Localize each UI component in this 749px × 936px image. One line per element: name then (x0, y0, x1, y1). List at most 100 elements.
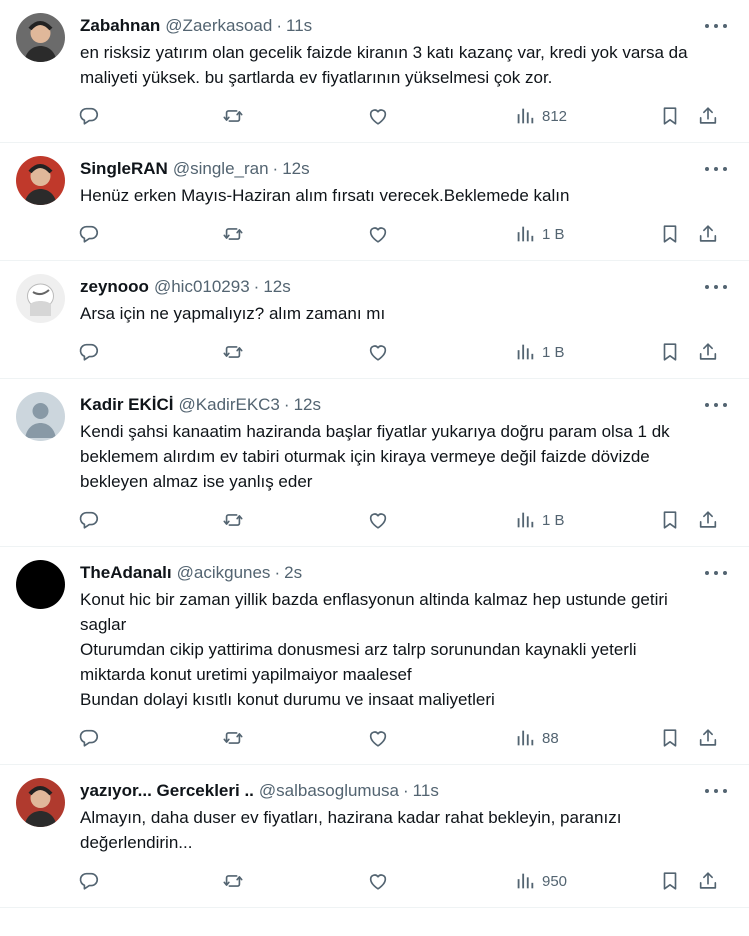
tweet-text-line: Arsa için ne yapmalıyız? alım zamanı mı (80, 304, 386, 323)
display-name[interactable]: yazıyor... Gercekleri .. (80, 781, 254, 801)
tweet-text: en risksiz yatırım olan gecelik faizde k… (80, 40, 697, 90)
timestamp[interactable]: 12s (263, 277, 290, 297)
bar-chart-icon (514, 223, 536, 245)
user-handle[interactable]: @single_ran (173, 159, 269, 179)
like-button[interactable] (367, 340, 389, 364)
views-button[interactable]: 1 B (514, 222, 565, 246)
display-name[interactable]: TheAdanalı (80, 563, 172, 583)
share-button[interactable] (697, 222, 719, 246)
share-button[interactable] (697, 340, 719, 364)
tweet[interactable]: SingleRAN @single_ran · 12s Henüz erken … (0, 143, 749, 261)
views-button[interactable]: 812 (514, 104, 567, 128)
retweet-button[interactable] (222, 340, 244, 364)
like-button[interactable] (367, 726, 389, 750)
display-name[interactable]: Zabahnan (80, 16, 160, 36)
display-name[interactable]: Kadir EKİCİ (80, 395, 174, 415)
views-button[interactable]: 950 (514, 869, 567, 893)
more-options-icon[interactable] (705, 565, 727, 581)
like-button[interactable] (367, 222, 389, 246)
separator-dot: · (403, 780, 409, 800)
tweet[interactable]: Kadir EKİCİ @KadirEKC3 · 12s Kendi şahsi… (0, 379, 749, 547)
tweet-text: Almayın, daha duser ev fiyatları, hazira… (80, 805, 697, 855)
more-options-icon[interactable] (705, 18, 727, 34)
retweet-icon (222, 341, 244, 363)
retweet-button[interactable] (222, 869, 244, 893)
retweet-icon (222, 727, 244, 749)
share-icon (697, 870, 719, 892)
separator-dot: · (253, 276, 260, 296)
tweet[interactable]: yazıyor... Gercekleri .. @salbasoglumusa… (0, 765, 749, 908)
timestamp[interactable]: 12s (294, 395, 321, 415)
bookmark-icon (659, 341, 681, 363)
share-icon (697, 509, 719, 531)
bookmark-button[interactable] (659, 869, 681, 893)
share-button[interactable] (697, 508, 719, 532)
separator-dot: · (274, 562, 281, 582)
tweet-text: Henüz erken Mayıs-Haziran alım fırsatı v… (80, 183, 697, 208)
avatar[interactable] (16, 560, 65, 609)
views-count: 812 (542, 107, 568, 125)
avatar[interactable] (16, 274, 65, 323)
tweet[interactable]: TheAdanalı @acikgunes · 2s Konut hic bir… (0, 547, 749, 765)
user-handle[interactable]: @salbasoglumusa (259, 781, 399, 801)
share-button[interactable] (697, 869, 719, 893)
views-count: 1 B (542, 225, 565, 243)
user-handle[interactable]: @hic010293 (154, 277, 250, 297)
more-options-icon[interactable] (705, 783, 727, 799)
like-button[interactable] (367, 104, 389, 128)
user-handle[interactable]: @acikgunes (177, 563, 271, 583)
views-button[interactable]: 1 B (514, 340, 565, 364)
share-icon (697, 727, 719, 749)
display-name[interactable]: zeynooo (80, 277, 149, 297)
separator-dot: · (283, 394, 290, 414)
timestamp[interactable]: 12s (282, 159, 309, 179)
tweet[interactable]: Zabahnan @Zaerkasoad · 11s en risksiz ya… (0, 0, 749, 143)
action-bar: 1 B (78, 326, 717, 378)
bookmark-button[interactable] (659, 340, 681, 364)
views-button[interactable]: 88 (514, 726, 559, 750)
display-name[interactable]: SingleRAN (80, 159, 168, 179)
reply-button[interactable] (78, 104, 100, 128)
like-button[interactable] (367, 508, 389, 532)
tweet[interactable]: zeynooo @hic010293 · 12s Arsa için ne ya… (0, 261, 749, 379)
avatar[interactable] (16, 156, 65, 205)
bar-chart-icon (514, 509, 536, 531)
reply-button[interactable] (78, 726, 100, 750)
retweet-button[interactable] (222, 726, 244, 750)
reply-icon (78, 727, 100, 749)
retweet-icon (222, 509, 244, 531)
user-handle[interactable]: @KadirEKC3 (179, 395, 280, 415)
views-count: 1 B (542, 343, 565, 361)
retweet-icon (222, 223, 244, 245)
reply-button[interactable] (78, 222, 100, 246)
heart-icon (367, 727, 389, 749)
timestamp[interactable]: 11s (413, 781, 439, 801)
bookmark-button[interactable] (659, 104, 681, 128)
retweet-button[interactable] (222, 104, 244, 128)
reply-button[interactable] (78, 869, 100, 893)
share-button[interactable] (697, 104, 719, 128)
more-options-icon[interactable] (705, 161, 727, 177)
user-handle[interactable]: @Zaerkasoad (165, 16, 272, 36)
reply-button[interactable] (78, 340, 100, 364)
timestamp[interactable]: 11s (286, 16, 312, 36)
bookmark-button[interactable] (659, 222, 681, 246)
timestamp[interactable]: 2s (284, 563, 302, 583)
avatar[interactable] (16, 778, 65, 827)
retweet-button[interactable] (222, 222, 244, 246)
views-button[interactable]: 1 B (514, 508, 565, 532)
share-button[interactable] (697, 726, 719, 750)
like-button[interactable] (367, 869, 389, 893)
bookmark-icon (659, 509, 681, 531)
action-bar: 1 B (78, 208, 717, 260)
avatar[interactable] (16, 13, 65, 62)
reply-button[interactable] (78, 508, 100, 532)
bookmark-button[interactable] (659, 726, 681, 750)
bookmark-button[interactable] (659, 508, 681, 532)
retweet-button[interactable] (222, 508, 244, 532)
tweet-feed: Zabahnan @Zaerkasoad · 11s en risksiz ya… (0, 0, 749, 908)
avatar[interactable] (16, 392, 65, 441)
more-options-icon[interactable] (705, 279, 727, 295)
more-options-icon[interactable] (705, 397, 727, 413)
tweet-text-line: Konut hic bir zaman yillik bazda enflasy… (80, 590, 668, 634)
